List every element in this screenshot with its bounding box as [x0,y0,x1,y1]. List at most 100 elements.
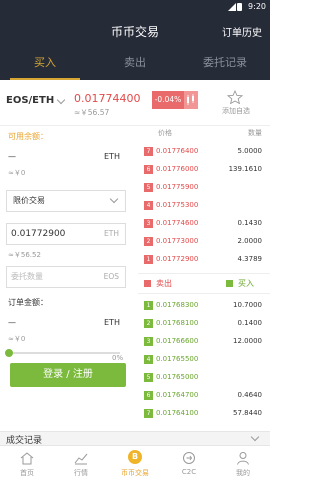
change-badge: -0.04% [152,91,184,109]
user-icon [237,452,249,465]
nav-trade-label: 币币交易 [121,469,149,477]
bid-row[interactable]: 5 0.01765000 [138,370,270,386]
nav-profile[interactable]: 我的 [216,446,270,480]
sell-legend-swatch [144,280,151,287]
sell-legend-label: 卖出 [156,279,172,288]
slider-percent: 0% [112,354,124,362]
amount-slider[interactable] [5,349,120,357]
ask-index: 3 [144,219,153,228]
trade-records-bar[interactable]: 成交记录 [0,431,270,446]
ask-price: 0.01775300 [156,201,199,209]
bid-row[interactable]: 1 0.01768300 10.7000 [138,298,270,314]
nav-c2c-label: C2C [181,468,197,476]
ask-row[interactable]: 6 0.01776000 139.1610 [138,162,270,178]
ask-amount: 5.0000 [237,147,263,155]
bid-index: 5 [144,373,153,382]
chevron-down-icon[interactable] [56,95,66,105]
tab-orders[interactable]: 委托记录 [180,46,270,80]
ask-row[interactable]: 7 0.01776400 5.0000 [138,144,270,160]
ask-row[interactable]: 3 0.01774600 0.1430 [138,216,270,232]
ask-price: 0.01772900 [156,255,199,263]
battery-icon [237,3,242,11]
tab-buy[interactable]: 买入 [0,46,90,80]
coin-icon: B [128,450,142,464]
total-currency: ETH [104,318,120,327]
add-favorite-label[interactable]: 添加自选 [222,106,250,116]
available-currency: ETH [104,152,120,161]
buy-legend-label: 买入 [238,279,254,288]
ask-price: 0.01776000 [156,165,199,173]
tab-sell[interactable]: 卖出 [90,46,180,80]
bid-price: 0.01766600 [156,337,199,345]
status-time: 9:20 [248,2,266,11]
bid-row[interactable]: 7 0.01764100 57.8440 [138,406,270,422]
bid-index: 2 [144,319,153,328]
bid-price: 0.01765500 [156,355,199,363]
nav-profile-label: 我的 [236,469,250,477]
nav-market-label: 行情 [74,469,88,477]
bid-index: 1 [144,301,153,310]
amount-header: 数量 [248,129,262,137]
amount-input[interactable]: 委托数量 EOS [6,266,126,288]
buy-legend-swatch [226,280,233,287]
nav-trade[interactable]: B 币币交易 [108,446,162,480]
total-label: 订单金额： [8,298,48,307]
pair-symbol[interactable]: EOS/ETH [6,95,54,106]
order-form: 可用余额： — ETH ≈￥0 限价交易 0.01772900 ETH ≈￥56… [0,126,135,431]
nav-home[interactable]: 首页 [0,446,54,480]
bid-row[interactable]: 2 0.01768100 0.1400 [138,316,270,332]
chevron-down-icon [109,194,119,204]
bid-row[interactable]: 3 0.01766600 12.0000 [138,334,270,350]
slider-thumb[interactable] [5,349,13,357]
order-history-link[interactable]: 订单历史 [222,24,262,39]
total-cny: ≈￥0 [8,335,26,343]
bid-amount: 0.1400 [237,319,263,327]
last-price: 0.01774400 [74,92,141,105]
c2c-icon [183,452,195,464]
kline-button[interactable] [184,91,198,109]
price-value: 0.01772900 [11,229,66,239]
book-legend: 卖出 买入 [138,277,270,291]
bid-price: 0.01765000 [156,373,199,381]
ask-amount: 0.1430 [237,219,263,227]
last-price-cny: ≈￥56.57 [74,108,110,117]
home-icon [20,452,34,465]
ask-price: 0.01773000 [156,237,199,245]
ask-index: 4 [144,201,153,210]
order-type-value: 限价交易 [13,196,45,205]
bid-row[interactable]: 6 0.01764700 0.4640 [138,388,270,404]
ask-amount: 4.3789 [237,255,263,263]
amount-placeholder: 委托数量 [11,272,43,281]
ask-index: 7 [144,147,153,156]
bid-index: 3 [144,337,153,346]
order-type-select[interactable]: 限价交易 [6,190,126,212]
nav-c2c[interactable]: C2C [162,446,216,480]
star-icon[interactable] [226,90,244,104]
chart-icon [74,453,88,465]
ask-row[interactable]: 1 0.01772900 4.3789 [138,252,270,268]
bid-price: 0.01764100 [156,409,199,417]
price-currency: ETH [104,229,119,238]
ask-row[interactable]: 4 0.01775300 [138,198,270,214]
available-value: — [8,152,16,161]
status-bar: 9:20 [0,0,270,14]
price-input[interactable]: 0.01772900 ETH [6,223,126,245]
bid-amount: 0.4640 [237,391,263,399]
bid-index: 6 [144,391,153,400]
ask-row[interactable]: 2 0.01773000 2.0000 [138,234,270,250]
trade-tabs: 买入 卖出 委托记录 [0,46,270,80]
ask-row[interactable]: 5 0.01775900 [138,180,270,196]
login-register-button[interactable]: 登录 / 注册 [10,363,126,387]
price-header: 价格 [158,129,172,137]
available-cny: ≈￥0 [8,169,26,177]
amount-currency: EOS [103,272,119,281]
bid-amount: 12.0000 [233,337,262,345]
ask-price: 0.01775900 [156,183,199,191]
pair-bar: EOS/ETH 0.01774400 ≈￥56.57 -0.04% 添加自选 [0,80,270,126]
nav-market[interactable]: 行情 [54,446,108,480]
divider [138,293,270,294]
bid-row[interactable]: 4 0.01765500 [138,352,270,368]
bid-price: 0.01768100 [156,319,199,327]
ask-index: 2 [144,237,153,246]
bid-amount: 10.7000 [233,301,262,309]
